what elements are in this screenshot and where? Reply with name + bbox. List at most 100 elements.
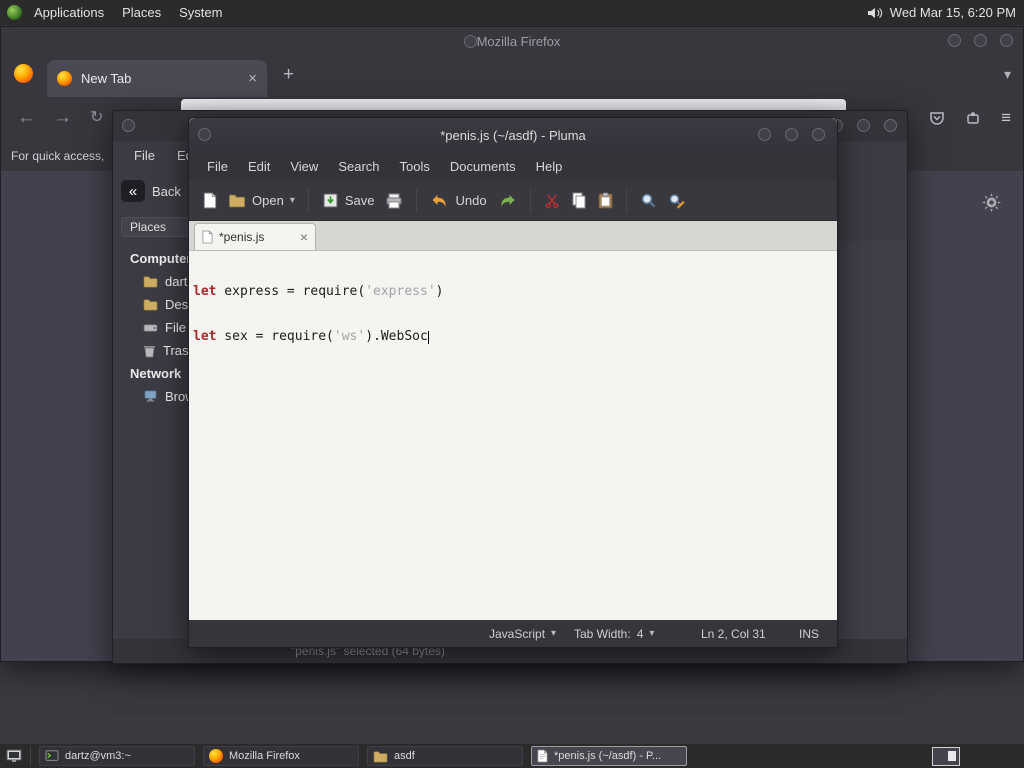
clock[interactable]: Wed Mar 15, 6:20 PM — [890, 5, 1016, 20]
new-tab-button[interactable]: + — [283, 64, 294, 86]
paste-button[interactable] — [598, 192, 613, 209]
close-button[interactable] — [884, 119, 897, 132]
menu-icon[interactable]: ≡ — [1001, 109, 1011, 126]
copy-button[interactable] — [571, 192, 587, 209]
terminal-launcher-icon[interactable] — [6, 749, 22, 764]
terminal-icon — [45, 750, 59, 762]
print-button[interactable] — [385, 193, 403, 209]
tab-close-icon[interactable]: × — [300, 229, 308, 245]
extensions-icon[interactable] — [965, 110, 981, 126]
forward-icon[interactable]: → — [53, 108, 72, 127]
pluma-statusbar: JavaScript ▾ Tab Width: 4 ▾ Ln 2, Col 31… — [189, 620, 837, 647]
undo-icon — [430, 193, 449, 209]
desktop: Applications Places System Wed Mar 15, 6… — [0, 0, 1024, 768]
open-button[interactable]: Open ▾ — [228, 193, 295, 208]
menu-view[interactable]: View — [280, 159, 328, 174]
firefox-icon — [209, 749, 223, 763]
pluma-icon — [537, 749, 548, 763]
code-string: 'express' — [365, 284, 436, 299]
minimize-button[interactable] — [758, 128, 771, 141]
pluma-menubar: File Edit View Search Tools Documents He… — [189, 152, 837, 181]
new-document-button[interactable] — [203, 192, 217, 209]
tab-width-dropdown[interactable]: Tab Width: 4 ▾ — [574, 620, 654, 647]
volume-icon[interactable] — [867, 6, 883, 20]
pocket-icon[interactable] — [929, 110, 945, 126]
window-menu-button[interactable] — [198, 128, 211, 141]
pluma-titlebar[interactable]: *penis.js (~/asdf) - Pluma — [189, 118, 837, 152]
code-text: ) — [435, 284, 444, 299]
replace-button[interactable] — [668, 192, 685, 209]
menu-file[interactable]: File — [197, 159, 238, 174]
language-dropdown[interactable]: JavaScript ▾ — [489, 620, 556, 647]
document-tab[interactable]: *penis.js × — [194, 223, 316, 250]
tab-close-icon[interactable]: × — [248, 70, 257, 87]
pluma-tab-strip: *penis.js × — [189, 221, 837, 251]
find-button[interactable] — [640, 192, 657, 209]
window-menu-button[interactable] — [463, 34, 477, 48]
text-editor-area[interactable]: let express = require('express') let sex… — [189, 251, 837, 620]
task-label: *penis.js (~/asdf) - P... — [554, 750, 662, 762]
task-button-file-manager[interactable]: asdf — [367, 746, 523, 766]
menu-tools[interactable]: Tools — [390, 159, 440, 174]
trash-icon — [143, 344, 156, 358]
sidebar-label: Computer — [130, 251, 192, 266]
reload-icon[interactable]: ↻ — [90, 110, 103, 126]
pluma-window-title: *penis.js (~/asdf) - Pluma — [440, 127, 586, 143]
task-button-firefox[interactable]: Mozilla Firefox — [203, 746, 359, 766]
toolbar-separator — [307, 188, 309, 213]
code-line: let express = require('express') — [193, 284, 837, 299]
pluma-window: *penis.js (~/asdf) - Pluma File Edit Vie… — [188, 117, 838, 648]
chevron-down-icon: ▾ — [649, 628, 655, 639]
network-icon — [143, 390, 158, 403]
firefox-titlebar[interactable]: Mozilla Firefox — [1, 27, 1023, 55]
minimize-button[interactable] — [948, 34, 961, 47]
menu-help[interactable]: Help — [526, 159, 573, 174]
menu-documents[interactable]: Documents — [440, 159, 526, 174]
close-button[interactable] — [1000, 34, 1013, 47]
sidebar-label: Network — [130, 366, 182, 381]
back-icon[interactable]: ← — [17, 108, 36, 127]
language-label: JavaScript — [489, 626, 546, 641]
save-button[interactable]: Save — [322, 192, 374, 209]
save-icon — [322, 192, 339, 209]
gear-icon[interactable] — [982, 193, 1001, 212]
cut-button[interactable] — [544, 193, 560, 209]
task-button-terminal[interactable]: dartz@vm3:~ — [39, 746, 195, 766]
code-text: express = require( — [216, 284, 366, 299]
toolbar-separator — [416, 188, 418, 213]
taskbar: dartz@vm3:~ Mozilla Firefox asdf *penis.… — [0, 744, 1024, 768]
firefox-view-icon[interactable] — [14, 64, 33, 83]
chevron-down-icon[interactable]: ▾ — [290, 195, 295, 206]
menu-edit[interactable]: Edit — [238, 159, 280, 174]
chevron-down-icon: ▾ — [551, 628, 557, 639]
cursor-position-label: Ln 2, Col 31 — [701, 626, 766, 641]
menu-system[interactable]: System — [170, 0, 231, 25]
maximize-button[interactable] — [857, 119, 870, 132]
folder-icon — [143, 298, 158, 311]
places-label: Places — [130, 220, 167, 234]
maximize-button[interactable] — [974, 34, 987, 47]
distro-menu-icon[interactable] — [7, 5, 22, 20]
code-keyword: let — [193, 284, 217, 299]
insert-mode-label: INS — [798, 626, 819, 641]
back-button[interactable]: « Back — [121, 180, 181, 202]
maximize-button[interactable] — [785, 128, 798, 141]
task-label: asdf — [394, 750, 415, 762]
window-menu-button[interactable] — [122, 119, 135, 132]
workspace-switcher[interactable] — [932, 746, 960, 766]
task-label: Mozilla Firefox — [229, 750, 300, 762]
firefox-tab-newtab[interactable]: New Tab × — [47, 60, 267, 97]
undo-button[interactable]: Undo — [430, 193, 487, 209]
menu-file[interactable]: File — [123, 148, 166, 163]
redo-button[interactable] — [498, 193, 517, 209]
toolbar-separator — [625, 188, 627, 213]
list-all-tabs-icon[interactable]: ▾ — [1004, 66, 1011, 83]
task-button-pluma[interactable]: *penis.js (~/asdf) - P... — [531, 746, 687, 766]
menu-search[interactable]: Search — [328, 159, 389, 174]
close-button[interactable] — [812, 128, 825, 141]
text-cursor — [427, 331, 429, 344]
menu-applications[interactable]: Applications — [25, 0, 113, 25]
menu-places[interactable]: Places — [113, 0, 170, 25]
code-text: sex = require( — [216, 329, 334, 344]
task-label: dartz@vm3:~ — [65, 750, 131, 762]
